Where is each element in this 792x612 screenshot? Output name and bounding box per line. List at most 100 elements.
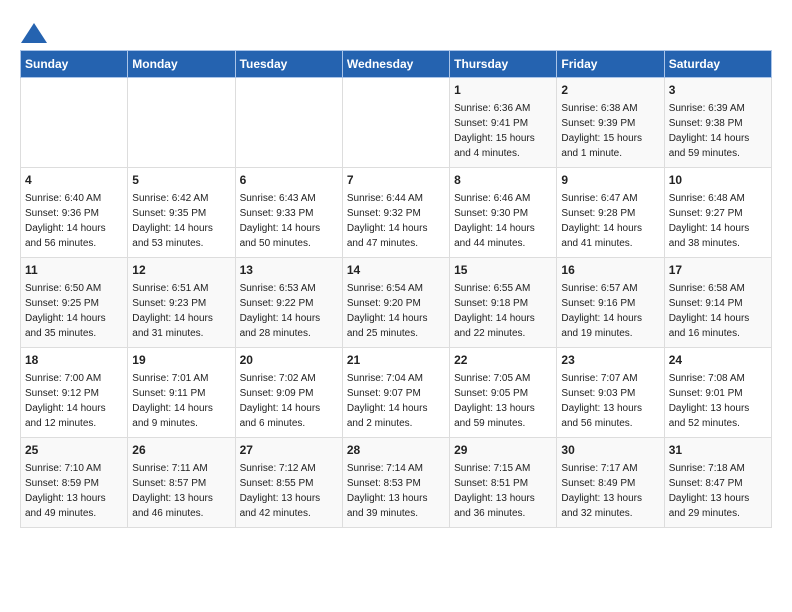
calendar-cell: 15 Sunrise: 6:55 AM Sunset: 9:18 PM Dayli… — [450, 258, 557, 348]
day-info: Sunrise: 7:14 AM Sunset: 8:53 PM Dayligh… — [347, 463, 428, 519]
day-number: 24 — [669, 352, 767, 369]
calendar-cell: 17 Sunrise: 6:58 AM Sunset: 9:14 PM Dayli… — [664, 258, 771, 348]
day-number: 14 — [347, 262, 445, 279]
calendar-cell: 1Sunrise: 6:36 AM Sunset: 9:41 PM Daylig… — [450, 78, 557, 168]
calendar-cell: 31 Sunrise: 7:18 AM Sunset: 8:47 PM Dayli… — [664, 438, 771, 528]
calendar-cell: 18 Sunrise: 7:00 AM Sunset: 9:12 PM Dayli… — [21, 348, 128, 438]
calendar-cell: 16 Sunrise: 6:57 AM Sunset: 9:16 PM Dayli… — [557, 258, 664, 348]
day-info: Sunrise: 7:05 AM Sunset: 9:05 PM Dayligh… — [454, 373, 535, 429]
day-number: 6 — [240, 172, 338, 189]
calendar-header-row: SundayMondayTuesdayWednesdayThursdayFrid… — [21, 51, 772, 78]
calendar-cell: 10 Sunrise: 6:48 AM Sunset: 9:27 PM Dayli… — [664, 168, 771, 258]
calendar-table: SundayMondayTuesdayWednesdayThursdayFrid… — [20, 50, 772, 528]
day-number: 3 — [669, 82, 767, 99]
day-info: Sunrise: 7:00 AM Sunset: 9:12 PM Dayligh… — [25, 373, 106, 429]
calendar-cell: 7 Sunrise: 6:44 AM Sunset: 9:32 PM Daylig… — [342, 168, 449, 258]
day-number: 23 — [561, 352, 659, 369]
day-info: Sunrise: 7:18 AM Sunset: 8:47 PM Dayligh… — [669, 463, 750, 519]
day-info: Sunrise: 6:38 AM Sunset: 9:39 PM Dayligh… — [561, 103, 642, 159]
day-info: Sunrise: 6:40 AM Sunset: 9:36 PM Dayligh… — [25, 193, 106, 249]
day-number: 5 — [132, 172, 230, 189]
calendar-cell: 8Sunrise: 6:46 AM Sunset: 9:30 PM Daylig… — [450, 168, 557, 258]
day-number: 18 — [25, 352, 123, 369]
day-number: 21 — [347, 352, 445, 369]
day-number: 17 — [669, 262, 767, 279]
calendar-cell: 19Sunrise: 7:01 AM Sunset: 9:11 PM Dayli… — [128, 348, 235, 438]
header-wednesday: Wednesday — [342, 51, 449, 78]
day-info: Sunrise: 6:54 AM Sunset: 9:20 PM Dayligh… — [347, 283, 428, 339]
day-number: 7 — [347, 172, 445, 189]
day-info: Sunrise: 6:50 AM Sunset: 9:25 PM Dayligh… — [25, 283, 106, 339]
day-number: 10 — [669, 172, 767, 189]
calendar-cell: 30 Sunrise: 7:17 AM Sunset: 8:49 PM Dayli… — [557, 438, 664, 528]
calendar-week-3: 11Sunrise: 6:50 AM Sunset: 9:25 PM Dayli… — [21, 258, 772, 348]
day-number: 29 — [454, 442, 552, 459]
day-info: Sunrise: 6:42 AM Sunset: 9:35 PM Dayligh… — [132, 193, 213, 249]
calendar-cell — [21, 78, 128, 168]
calendar-week-4: 18 Sunrise: 7:00 AM Sunset: 9:12 PM Dayli… — [21, 348, 772, 438]
calendar-cell: 12 Sunrise: 6:51 AM Sunset: 9:23 PM Dayli… — [128, 258, 235, 348]
calendar-cell — [235, 78, 342, 168]
day-info: Sunrise: 7:15 AM Sunset: 8:51 PM Dayligh… — [454, 463, 535, 519]
day-info: Sunrise: 6:47 AM Sunset: 9:28 PM Dayligh… — [561, 193, 642, 249]
calendar-cell: 4 Sunrise: 6:40 AM Sunset: 9:36 PM Daylig… — [21, 168, 128, 258]
calendar-week-2: 4 Sunrise: 6:40 AM Sunset: 9:36 PM Daylig… — [21, 168, 772, 258]
day-info: Sunrise: 7:08 AM Sunset: 9:01 PM Dayligh… — [669, 373, 750, 429]
day-number: 19 — [132, 352, 230, 369]
day-number: 31 — [669, 442, 767, 459]
calendar-cell: 14 Sunrise: 6:54 AM Sunset: 9:20 PM Dayli… — [342, 258, 449, 348]
day-number: 20 — [240, 352, 338, 369]
calendar-cell: 9Sunrise: 6:47 AM Sunset: 9:28 PM Daylig… — [557, 168, 664, 258]
day-info: Sunrise: 6:44 AM Sunset: 9:32 PM Dayligh… — [347, 193, 428, 249]
day-info: Sunrise: 6:48 AM Sunset: 9:27 PM Dayligh… — [669, 193, 750, 249]
logo-icon — [21, 23, 47, 43]
day-info: Sunrise: 7:02 AM Sunset: 9:09 PM Dayligh… — [240, 373, 321, 429]
calendar-cell: 13Sunrise: 6:53 AM Sunset: 9:22 PM Dayli… — [235, 258, 342, 348]
day-info: Sunrise: 7:17 AM Sunset: 8:49 PM Dayligh… — [561, 463, 642, 519]
calendar-cell: 24 Sunrise: 7:08 AM Sunset: 9:01 PM Dayli… — [664, 348, 771, 438]
calendar-cell: 5 Sunrise: 6:42 AM Sunset: 9:35 PM Daylig… — [128, 168, 235, 258]
day-info: Sunrise: 6:39 AM Sunset: 9:38 PM Dayligh… — [669, 103, 750, 159]
day-info: Sunrise: 7:04 AM Sunset: 9:07 PM Dayligh… — [347, 373, 428, 429]
header-tuesday: Tuesday — [235, 51, 342, 78]
day-info: Sunrise: 7:07 AM Sunset: 9:03 PM Dayligh… — [561, 373, 642, 429]
day-info: Sunrise: 6:43 AM Sunset: 9:33 PM Dayligh… — [240, 193, 321, 249]
day-info: Sunrise: 7:12 AM Sunset: 8:55 PM Dayligh… — [240, 463, 321, 519]
calendar-cell: 6 Sunrise: 6:43 AM Sunset: 9:33 PM Daylig… — [235, 168, 342, 258]
day-info: Sunrise: 6:58 AM Sunset: 9:14 PM Dayligh… — [669, 283, 750, 339]
calendar-cell: 20 Sunrise: 7:02 AM Sunset: 9:09 PM Dayli… — [235, 348, 342, 438]
header-saturday: Saturday — [664, 51, 771, 78]
day-info: Sunrise: 6:55 AM Sunset: 9:18 PM Dayligh… — [454, 283, 535, 339]
day-info: Sunrise: 6:51 AM Sunset: 9:23 PM Dayligh… — [132, 283, 213, 339]
day-info: Sunrise: 6:36 AM Sunset: 9:41 PM Dayligh… — [454, 103, 535, 159]
calendar-week-5: 25Sunrise: 7:10 AM Sunset: 8:59 PM Dayli… — [21, 438, 772, 528]
day-number: 15 — [454, 262, 552, 279]
logo — [20, 20, 48, 40]
calendar-cell: 26Sunrise: 7:11 AM Sunset: 8:57 PM Dayli… — [128, 438, 235, 528]
page-header — [20, 20, 772, 40]
day-number: 27 — [240, 442, 338, 459]
day-info: Sunrise: 7:10 AM Sunset: 8:59 PM Dayligh… — [25, 463, 106, 519]
day-number: 16 — [561, 262, 659, 279]
calendar-cell: 21 Sunrise: 7:04 AM Sunset: 9:07 PM Dayli… — [342, 348, 449, 438]
day-info: Sunrise: 6:57 AM Sunset: 9:16 PM Dayligh… — [561, 283, 642, 339]
calendar-cell — [342, 78, 449, 168]
header-friday: Friday — [557, 51, 664, 78]
calendar-week-1: 1Sunrise: 6:36 AM Sunset: 9:41 PM Daylig… — [21, 78, 772, 168]
calendar-cell: 2Sunrise: 6:38 AM Sunset: 9:39 PM Daylig… — [557, 78, 664, 168]
day-number: 13 — [240, 262, 338, 279]
calendar-cell: 3 Sunrise: 6:39 AM Sunset: 9:38 PM Daylig… — [664, 78, 771, 168]
calendar-cell: 22 Sunrise: 7:05 AM Sunset: 9:05 PM Dayli… — [450, 348, 557, 438]
day-info: Sunrise: 7:11 AM Sunset: 8:57 PM Dayligh… — [132, 463, 213, 519]
day-number: 28 — [347, 442, 445, 459]
day-number: 12 — [132, 262, 230, 279]
calendar-cell: 25Sunrise: 7:10 AM Sunset: 8:59 PM Dayli… — [21, 438, 128, 528]
calendar-cell — [128, 78, 235, 168]
calendar-cell: 11Sunrise: 6:50 AM Sunset: 9:25 PM Dayli… — [21, 258, 128, 348]
day-number: 30 — [561, 442, 659, 459]
header-monday: Monday — [128, 51, 235, 78]
calendar-cell: 27 Sunrise: 7:12 AM Sunset: 8:55 PM Dayli… — [235, 438, 342, 528]
day-number: 22 — [454, 352, 552, 369]
day-number: 8 — [454, 172, 552, 189]
day-number: 4 — [25, 172, 123, 189]
